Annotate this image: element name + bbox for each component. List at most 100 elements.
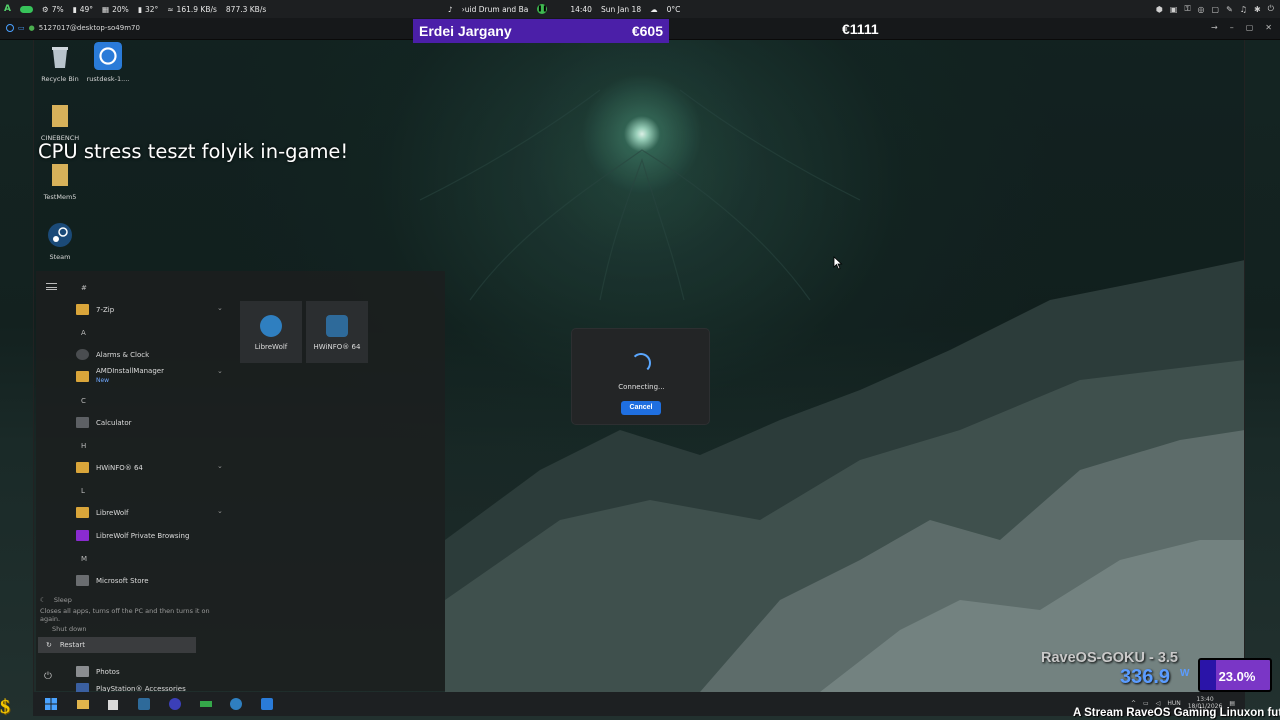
rustdesk-taskbar-icon[interactable]	[260, 697, 274, 711]
librewolf-icon	[260, 315, 282, 337]
screen: A ⚙ 7% ▮ 49° ▦ 20% ▮ 32° ≈161.9 KB/s 877.3 K…	[0, 0, 1280, 720]
folder-icon	[76, 370, 89, 382]
gpu-icon: ▦	[102, 4, 110, 14]
cpu-stress-caption: CPU stress teszt folyik in-game!	[38, 140, 349, 163]
clock-date[interactable]: Sun Jan 18	[601, 5, 641, 14]
store-icon	[76, 575, 89, 586]
recycle-bin-icon	[52, 47, 68, 68]
alarm-clock-icon	[76, 349, 89, 360]
app-calculator[interactable]: Calculator	[76, 417, 132, 428]
app-hwinfo-folder[interactable]: HWiNFO® 64	[76, 462, 143, 473]
chevron-down-icon[interactable]: ⌄	[217, 507, 223, 515]
speaker-icon[interactable]: ◁	[1156, 700, 1161, 707]
store-icon[interactable]	[106, 697, 120, 711]
calculator-icon	[76, 417, 89, 428]
clock-time[interactable]: 14:40	[570, 5, 592, 14]
maximize-icon[interactable]: ▢	[1246, 23, 1254, 32]
app-librewolf-folder[interactable]: LibreWolf	[76, 507, 129, 518]
restart-button[interactable]: ↻ Restart	[38, 637, 196, 653]
letter-header[interactable]: A	[81, 329, 86, 337]
tray-chevron-icon[interactable]: ^	[1131, 700, 1136, 707]
letter-header[interactable]: M	[81, 555, 87, 563]
percent-meter: 23.0%	[1198, 658, 1272, 692]
librewolf-taskbar-icon[interactable]	[229, 697, 243, 711]
mouse-cursor-icon	[833, 256, 843, 270]
weather-temp[interactable]: 0°C	[667, 5, 681, 14]
close-icon[interactable]: ✕	[1265, 23, 1272, 32]
language-indicator[interactable]: HUN	[1167, 700, 1180, 707]
letter-header[interactable]: #	[81, 284, 87, 292]
arrow-icon[interactable]: →	[1211, 23, 1218, 32]
letter-header[interactable]: H	[81, 442, 86, 450]
chevron-down-icon[interactable]: ⌄	[217, 367, 223, 375]
power-shutdown[interactable]: Shut down	[40, 625, 220, 633]
app-alarms-clock[interactable]: Alarms & Clock	[76, 349, 149, 360]
shield-icon: ●	[28, 24, 35, 32]
nvidia-taskbar-icon[interactable]	[199, 697, 213, 711]
toggle-switch-icon[interactable]	[19, 5, 33, 13]
power-sleep[interactable]: ☾ Sleep	[40, 596, 220, 604]
folder-icon	[76, 462, 89, 473]
moon-icon: ☾	[40, 596, 46, 604]
network-icon[interactable]: ▭	[1143, 700, 1149, 707]
app-microsoft-store[interactable]: Microsoft Store	[76, 575, 149, 586]
tray-icon-4[interactable]: ◎	[1198, 5, 1205, 14]
tray-icon-3[interactable]: ⚿	[1184, 4, 1190, 14]
power-icon[interactable]: ⏻	[1268, 4, 1274, 14]
chevron-down-icon[interactable]: ⌄	[217, 304, 223, 312]
photos-icon	[76, 666, 89, 677]
pause-icon[interactable]: ❚❚	[537, 4, 547, 14]
net-up: 877.3 KB/s	[225, 4, 267, 14]
hamburger-icon[interactable]	[46, 283, 57, 290]
thermometer-icon: ▮	[72, 4, 77, 14]
bluetooth-icon[interactable]: ✱	[1254, 5, 1261, 14]
desktop-icon-testmem5[interactable]: TestMem5	[32, 162, 88, 201]
cancel-button[interactable]: Cancel	[621, 401, 661, 415]
rustdesk-icon	[94, 42, 122, 70]
power-draw-unit: W	[1180, 668, 1190, 679]
desktop-icon-steam[interactable]: Steam	[32, 222, 88, 261]
tray-icon-6[interactable]: ✎	[1226, 5, 1233, 14]
window-controls: → – ▢ ✕	[1211, 23, 1272, 32]
power-draw-value: 336.9	[1120, 666, 1171, 688]
folder-icon	[76, 304, 89, 315]
hwinfo-taskbar-icon[interactable]	[137, 697, 151, 711]
letter-header[interactable]: C	[81, 397, 86, 405]
apps-menu-icon[interactable]: A	[4, 4, 11, 14]
steam-icon	[48, 223, 72, 247]
hwinfo-icon	[326, 315, 348, 337]
restart-icon: ↻	[46, 641, 52, 649]
taskbar: ^ ▭ ◁ HUN 13:40 18/01/2026 ▤	[33, 692, 1245, 716]
desktop-icon-label: Steam	[49, 253, 71, 261]
pinned-librewolf[interactable]: LibreWolf	[240, 301, 302, 363]
media-title[interactable]: ›uid Drum and Ba	[462, 5, 529, 14]
tray-icon-5[interactable]: ▢	[1212, 5, 1220, 14]
notifications-icon[interactable]: ▤	[1229, 700, 1235, 707]
pinned-hwinfo[interactable]: HWiNFO® 64	[306, 301, 368, 363]
windows-start-icon[interactable]	[44, 697, 58, 711]
file-explorer-icon[interactable]	[76, 697, 90, 711]
minimize-icon[interactable]: –	[1230, 23, 1234, 32]
power-icon[interactable]: ⏻	[44, 671, 52, 682]
desktop-icon-rustdesk[interactable]: rustdesk-1....	[80, 42, 136, 83]
app-photos[interactable]: Photos	[76, 666, 120, 677]
volume-icon[interactable]: ♫	[1240, 5, 1247, 14]
tray-icon-2[interactable]: ▣	[1170, 5, 1178, 14]
cpu-usage: ⚙ 7%	[41, 4, 64, 14]
desktop-icon-label: TestMem5	[43, 193, 77, 201]
cinebench-taskbar-icon[interactable]	[168, 697, 182, 711]
tray-icon-1[interactable]: ⬢	[1156, 5, 1163, 14]
app-7zip[interactable]: 7-Zip	[76, 304, 114, 315]
stream-ticker: A Stream RaveOS Gaming Linuxon fut	[1073, 707, 1280, 719]
display-icon[interactable]: ▭	[18, 24, 25, 32]
chevron-down-icon[interactable]: ⌄	[217, 462, 223, 470]
rustdesk-icon	[6, 24, 14, 32]
thermometer-icon: ▮	[137, 4, 142, 14]
topbar-center: ♪ ›uid Drum and Ba ❚❚ 14:40 Sun Jan 18 ☁…	[448, 0, 680, 18]
remote-window-title: ▭ ● 5127017@desktop-so49m70	[6, 24, 140, 32]
letter-header[interactable]: L	[81, 487, 85, 495]
desktop-icon-cinebench[interactable]: CINEBENCH	[32, 103, 88, 142]
app-librewolf-private[interactable]: LibreWolf Private Browsing	[76, 530, 189, 541]
app-amdinstallmanager[interactable]: AMDInstallManager New	[76, 367, 164, 385]
new-badge: New	[96, 377, 110, 384]
